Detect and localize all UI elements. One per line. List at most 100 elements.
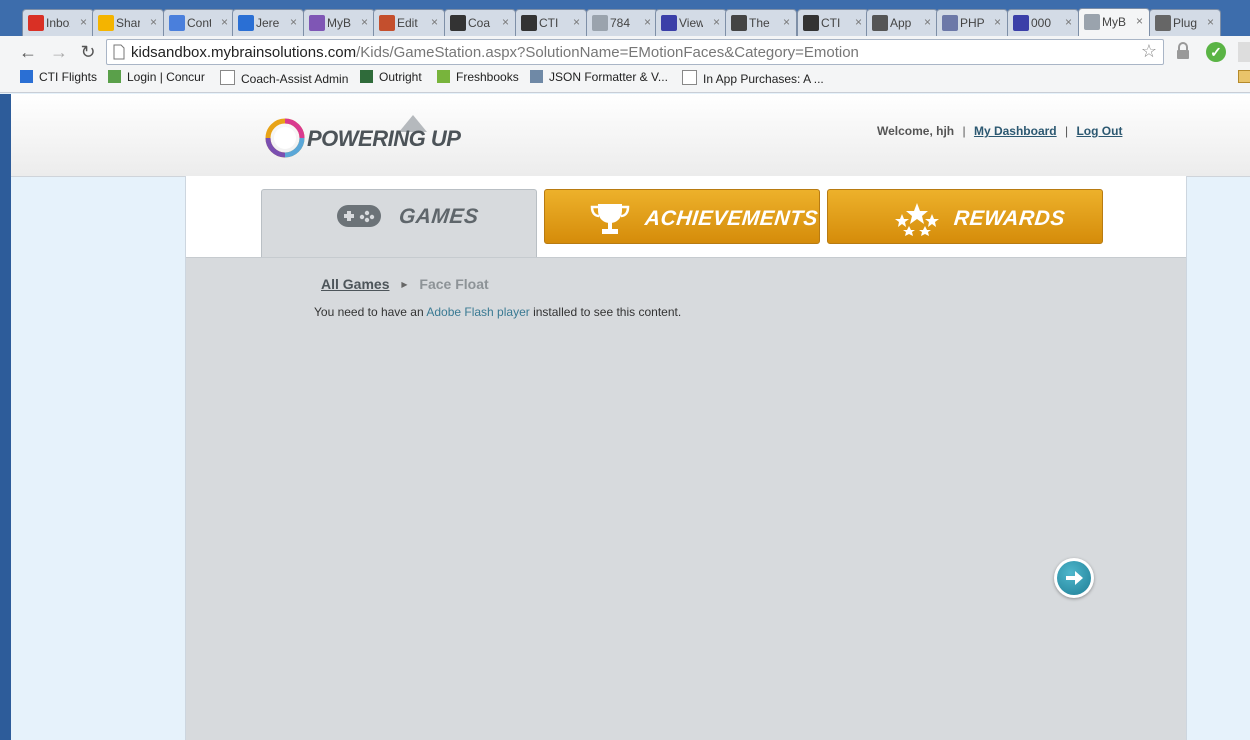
browser-tab[interactable]: Edit × [373, 9, 445, 36]
cti-flights-icon [20, 70, 33, 83]
bookmark-item[interactable]: CTI Flights [20, 70, 97, 84]
tc-icon [379, 15, 395, 31]
lock-icon[interactable] [1175, 42, 1191, 60]
gmail-icon [28, 15, 44, 31]
browser-tab-label: The [749, 16, 770, 30]
bookmark-item[interactable]: In App Purchases: A ... [682, 70, 824, 86]
browser-tab[interactable]: MyB × [303, 9, 375, 36]
bookmark-item[interactable]: Coach-Assist Admin [220, 70, 348, 86]
browser-tab-label: Jere [256, 16, 280, 30]
close-tab-icon[interactable]: × [1136, 14, 1143, 28]
browser-tab[interactable]: View × [655, 9, 727, 36]
close-tab-icon[interactable]: × [924, 15, 931, 29]
tab-games[interactable]: GAMES [261, 189, 537, 258]
next-button[interactable] [1054, 558, 1094, 598]
address-bar[interactable]: kidsandbox.mybrainsolutions.com/Kids/Gam… [106, 39, 1164, 65]
browser-tab-label: MyB [1102, 15, 1126, 29]
reload-icon[interactable]: ↻ [77, 42, 99, 62]
close-tab-icon[interactable]: × [855, 15, 862, 29]
browser-tab[interactable]: App × [866, 9, 938, 36]
browser-tab[interactable]: CTI × [797, 9, 869, 36]
tab-rewards[interactable]: REWARDS [827, 189, 1103, 244]
close-tab-icon[interactable]: × [80, 15, 87, 29]
separator: | [1064, 124, 1069, 138]
browser-tab-label: Plug [1173, 16, 1197, 30]
forward-icon[interactable]: → [48, 42, 70, 62]
bookmark-item[interactable]: JSON Formatter & V... [530, 70, 668, 84]
bookmark-item[interactable]: Freshbooks [437, 70, 519, 84]
my-dashboard-link[interactable]: My Dashboard [974, 124, 1057, 138]
browser-tab[interactable]: 000 × [1007, 9, 1079, 36]
browser-tab-label: 784 [610, 16, 631, 30]
browser-tab-label: Edit [397, 16, 418, 30]
next-arrow-icon [1057, 561, 1091, 595]
back-icon[interactable]: ← [17, 42, 39, 62]
browser-tab[interactable]: Jere × [232, 9, 304, 36]
close-tab-icon[interactable]: × [150, 15, 157, 29]
close-tab-icon[interactable]: × [713, 15, 720, 29]
tab-rewards-label: REWARDS [952, 207, 1067, 230]
drive-icon [98, 15, 114, 31]
close-tab-icon[interactable]: × [994, 15, 1001, 29]
browser-tab[interactable]: Inbox × [22, 9, 94, 36]
trophy-icon [589, 202, 631, 241]
extension-icon[interactable] [1238, 42, 1250, 62]
breadcrumb-current: Face Float [419, 276, 489, 292]
tab-achievements[interactable]: ACHIEVEMENTS [544, 189, 820, 244]
browser-tab-label: Coa [468, 16, 491, 30]
php-icon [942, 15, 958, 31]
close-tab-icon[interactable]: × [221, 15, 228, 29]
m-icon [661, 15, 677, 31]
github-icon [450, 15, 466, 31]
page-icon [682, 70, 697, 85]
close-tab-icon[interactable]: × [1065, 15, 1072, 29]
freshbooks-icon [437, 70, 450, 83]
powering-up-logo-icon[interactable] [263, 116, 307, 160]
docs-icon [169, 15, 185, 31]
browser-tab-label: CTI [539, 16, 559, 30]
separator: | [962, 124, 966, 138]
flash-message-text-end: installed to see this content. [529, 305, 682, 319]
close-tab-icon[interactable]: × [431, 15, 438, 29]
stars-icon [894, 202, 940, 241]
browser-tab[interactable]: Cont × [163, 9, 235, 36]
bookmarks-bar: CTI Flights Login | Concur Coach-Assist Ad… [0, 68, 1250, 93]
game-area: All Games ▶ Face Float You need to have … [186, 257, 1186, 740]
bookmark-star-icon[interactable]: ☆ [1141, 41, 1157, 62]
close-tab-icon[interactable]: × [644, 15, 651, 29]
browser-tab[interactable]: CTI × [515, 9, 587, 36]
browser-tab[interactable]: Shared × [92, 9, 164, 36]
chart-icon [731, 15, 747, 31]
extension-check-icon[interactable]: ✓ [1206, 42, 1226, 62]
mybrain-icon [309, 15, 325, 31]
close-tab-icon[interactable]: × [290, 15, 297, 29]
browser-tab-label: CTI [821, 16, 841, 30]
bookmark-item[interactable]: Outright [360, 70, 422, 84]
browser-tab[interactable]: Coa × [444, 9, 516, 36]
log-out-link[interactable]: Log Out [1076, 124, 1122, 138]
close-tab-icon[interactable]: × [1207, 15, 1214, 29]
close-tab-icon[interactable]: × [573, 15, 580, 29]
close-tab-icon[interactable]: × [502, 15, 509, 29]
m-icon [1013, 15, 1029, 31]
logo-text: POWERING UP [307, 126, 461, 151]
browser-tab[interactable]: Plug × [1149, 9, 1221, 36]
browser-tab[interactable]: PHP × [936, 9, 1008, 36]
site-header: POWERING UP Welcome, hjh | My Dashboard … [11, 94, 1250, 177]
bookmark-label: JSON Formatter & V... [549, 70, 668, 84]
bookmark-item[interactable]: Login | Concur [108, 70, 205, 84]
browser-tab-label: 000 [1031, 16, 1052, 30]
browser-tab[interactable]: 784 × [586, 9, 658, 36]
browser-tab-label: View [679, 16, 703, 30]
cti-icon [521, 15, 537, 31]
bookmark-label: Login | Concur [127, 70, 205, 84]
browser-tab-label: App [890, 16, 912, 30]
close-tab-icon[interactable]: × [783, 15, 790, 29]
concur-icon [108, 70, 121, 83]
close-tab-icon[interactable]: × [361, 15, 368, 29]
other-bookmarks-folder-icon[interactable] [1238, 70, 1250, 86]
breadcrumb-all-games-link[interactable]: All Games [321, 276, 389, 292]
browser-tab[interactable]: The × [725, 9, 797, 36]
browser-tab[interactable]: MyB × [1078, 8, 1150, 36]
adobe-flash-player-link[interactable]: Adobe Flash player [426, 305, 529, 319]
